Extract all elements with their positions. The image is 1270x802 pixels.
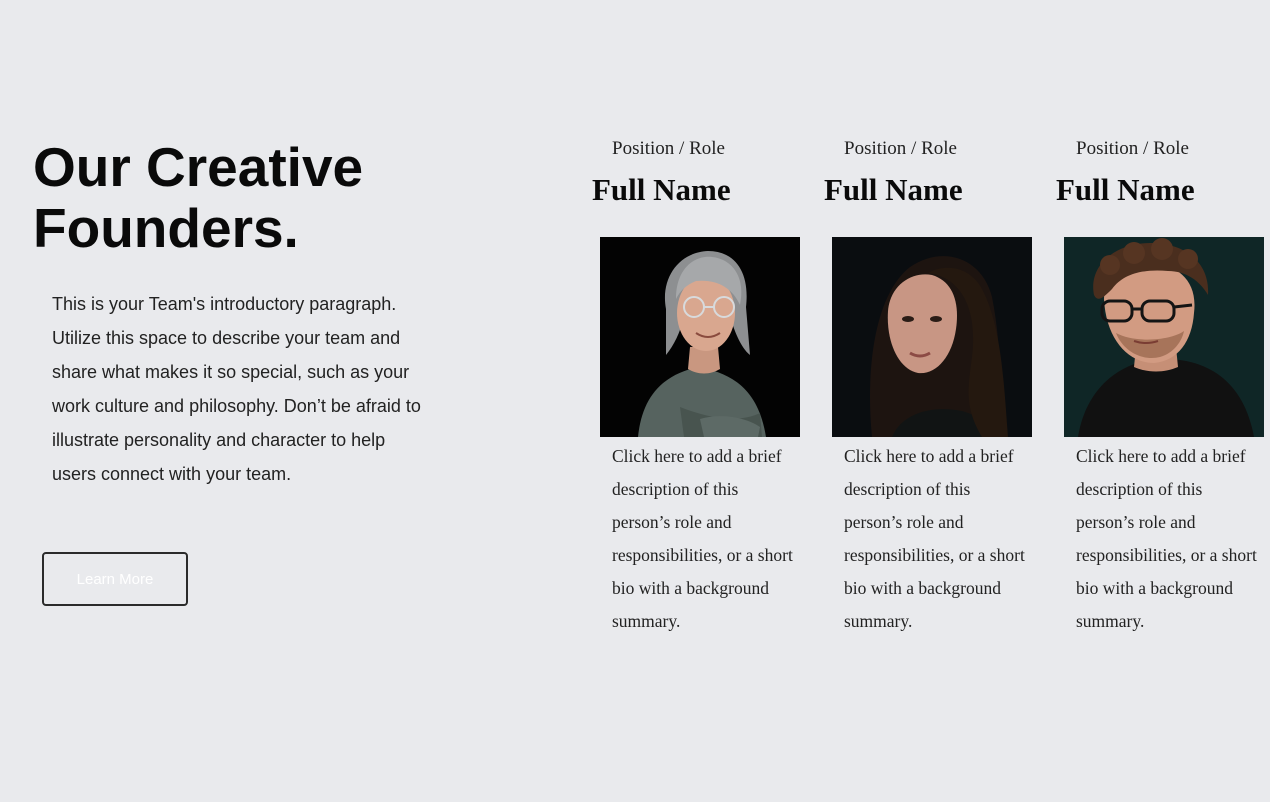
member-photo[interactable] [832,237,1032,437]
member-description: Click here to add a brief description of… [844,446,1025,631]
team-member-card: Position / Role Full Name Click here to … [824,134,1042,644]
member-photo[interactable] [1064,237,1264,437]
member-name: Full Name [592,172,731,207]
member-name: Full Name [824,172,963,207]
team-member-card: Position / Role Full Name Click here to … [1056,134,1270,644]
section-heading: Our Creative Founders. [33,136,364,259]
member-photo[interactable] [600,237,800,437]
member-description: Click here to add a brief description of… [612,446,793,631]
member-role: Position / Role [1076,138,1189,159]
portrait-woman-dark-hair [832,237,1032,437]
team-member-card: Position / Role Full Name Click here to [592,134,810,644]
portrait-woman-gray-hair [600,237,800,437]
member-name: Full Name [1056,172,1195,207]
member-role: Position / Role [844,138,957,159]
portrait-man-glasses [1064,237,1264,437]
team-intro-paragraph: This is your Team's introductory paragra… [52,294,421,484]
member-description: Click here to add a brief description of… [1076,446,1257,631]
learn-more-button[interactable]: Learn More [42,552,188,606]
member-role: Position / Role [612,138,725,159]
